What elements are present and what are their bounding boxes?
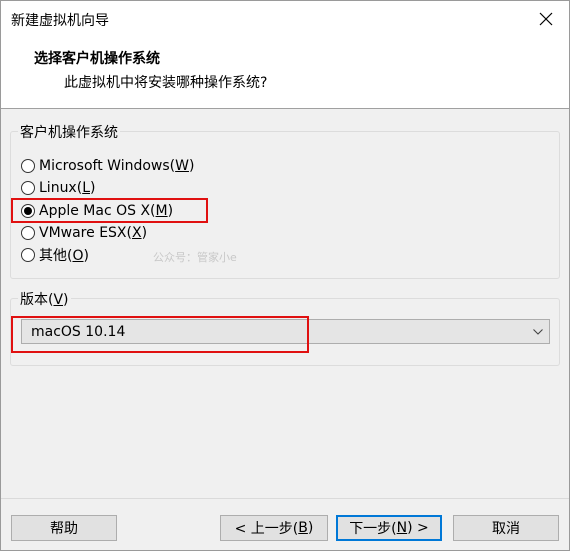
footer-divider xyxy=(1,498,569,499)
wizard-header: 选择客户机操作系统 此虚拟机中将安装哪种操作系统? xyxy=(1,37,569,109)
radio-button[interactable] xyxy=(21,226,35,240)
window-title: 新建虚拟机向导 xyxy=(11,13,109,29)
close-button[interactable] xyxy=(523,1,569,37)
next-button[interactable]: 下一步(N) > xyxy=(336,515,442,541)
cancel-button[interactable]: 取消 xyxy=(453,515,559,541)
version-legend: 版本(V) xyxy=(18,289,71,309)
radio-linux[interactable]: Linux(L) xyxy=(21,178,95,198)
radio-vmware-esx[interactable]: VMware ESX(X) xyxy=(21,223,147,243)
radio-mac-os-x[interactable]: Apple Mac OS X(M) xyxy=(21,201,173,221)
radio-button[interactable] xyxy=(21,248,35,262)
watermark: 公众号：管家小e xyxy=(153,251,237,264)
version-select-value: macOS 10.14 xyxy=(31,323,126,340)
radio-label: 其他(O) xyxy=(39,248,89,264)
back-button[interactable]: < 上一步(B) xyxy=(220,515,328,541)
radio-label: Apple Mac OS X(M) xyxy=(39,203,174,219)
radio-button[interactable] xyxy=(21,181,35,195)
page-title: 选择客户机操作系统 xyxy=(34,51,160,67)
radio-label: Linux(L) xyxy=(39,180,96,196)
new-vm-wizard-window: 新建虚拟机向导 选择客户机操作系统 此虚拟机中将安装哪种操作系统? 客户机操作系… xyxy=(0,0,570,551)
close-icon xyxy=(539,12,553,26)
radio-button-checked[interactable] xyxy=(21,204,35,218)
help-button[interactable]: 帮助 xyxy=(11,515,117,541)
title-bar: 新建虚拟机向导 xyxy=(1,1,569,37)
radio-other[interactable]: 其他(O) xyxy=(21,245,89,265)
version-select[interactable]: macOS 10.14 xyxy=(21,319,550,344)
radio-label: Microsoft Windows(W) xyxy=(39,158,195,174)
radio-button[interactable] xyxy=(21,159,35,173)
guest-os-group: 客户机操作系统 Microsoft Windows(W) Linux(L) Ap… xyxy=(10,122,560,279)
radio-windows[interactable]: Microsoft Windows(W) xyxy=(21,156,194,176)
page-subtitle: 此虚拟机中将安装哪种操作系统? xyxy=(64,75,268,91)
guest-os-legend: 客户机操作系统 xyxy=(18,122,120,142)
radio-label: VMware ESX(X) xyxy=(39,225,148,241)
version-group: 版本(V) macOS 10.14 xyxy=(10,289,560,366)
chevron-down-icon[interactable] xyxy=(527,320,549,343)
